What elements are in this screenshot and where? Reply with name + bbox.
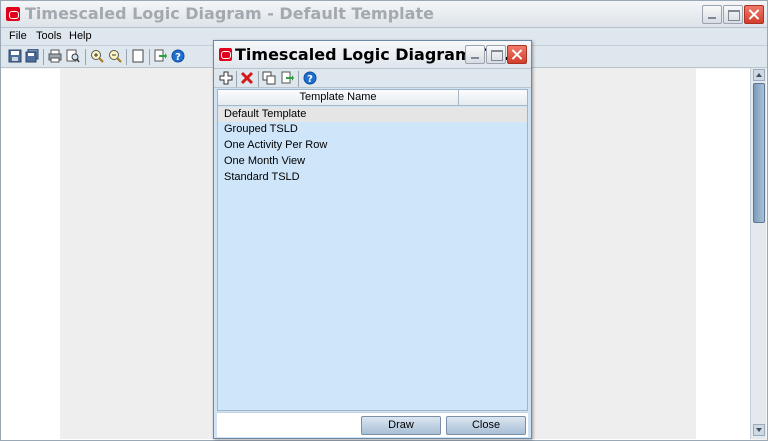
minimize-button[interactable]: [702, 5, 722, 24]
oracle-app-icon: [6, 7, 20, 21]
export-icon[interactable]: [153, 49, 167, 63]
draw-button[interactable]: Draw: [361, 416, 441, 435]
toolbar-separator: [298, 71, 299, 87]
zoom-out-icon[interactable]: [108, 49, 122, 63]
list-item[interactable]: One Activity Per Row: [218, 138, 527, 153]
list-item[interactable]: Grouped TSLD: [218, 122, 527, 137]
scroll-down-arrow-icon[interactable]: [753, 424, 765, 436]
template-list: Template Name Default Template Grouped T…: [217, 89, 528, 411]
scrollbar-thumb[interactable]: [753, 83, 765, 223]
toolbar-separator: [43, 49, 44, 65]
help-icon[interactable]: ?: [303, 71, 317, 85]
column-template-name[interactable]: Template Name: [218, 90, 459, 105]
list-item[interactable]: Standard TSLD: [218, 170, 527, 185]
toolbar-separator: [149, 49, 150, 65]
page-icon[interactable]: [131, 49, 145, 63]
toolbar-separator: [236, 71, 237, 87]
scroll-up-arrow-icon[interactable]: [753, 69, 765, 81]
toolbar-separator: [126, 49, 127, 65]
main-window-title: Timescaled Logic Diagram - Default Templ…: [25, 4, 434, 23]
toolbar-separator: [85, 49, 86, 65]
save-icon[interactable]: [8, 49, 22, 63]
add-icon[interactable]: [219, 71, 233, 85]
menu-file[interactable]: File: [9, 30, 27, 42]
toolbar-separator: [258, 71, 259, 87]
print-icon[interactable]: [48, 49, 62, 63]
column-extra[interactable]: [460, 90, 527, 105]
menu-tools[interactable]: Tools: [36, 30, 62, 42]
list-item[interactable]: Default Template: [218, 107, 527, 122]
list-item[interactable]: One Month View: [218, 154, 527, 169]
maximize-button[interactable]: [723, 5, 743, 24]
copy-icon[interactable]: [262, 71, 276, 85]
print-preview-icon[interactable]: [66, 49, 80, 63]
zoom-in-icon[interactable]: [90, 49, 104, 63]
template-dialog: Timescaled Logic Diagram Te... ? Templat…: [213, 40, 532, 439]
dialog-maximize-button[interactable]: [486, 45, 506, 64]
list-column-header: Template Name: [218, 90, 527, 106]
dialog-close-window-button[interactable]: [507, 45, 527, 64]
close-button[interactable]: Close: [446, 416, 526, 435]
dialog-minimize-button[interactable]: [465, 45, 485, 64]
close-window-button[interactable]: [744, 5, 764, 24]
vertical-scrollbar[interactable]: [750, 68, 766, 439]
save-all-icon[interactable]: [25, 49, 39, 63]
oracle-app-icon: [219, 48, 232, 61]
delete-icon[interactable]: [240, 71, 254, 85]
main-title-bar[interactable]: Timescaled Logic Diagram - Default Templ…: [1, 1, 767, 28]
menu-help[interactable]: Help: [69, 30, 92, 42]
svg-text:?: ?: [307, 74, 313, 85]
help-icon[interactable]: ?: [171, 49, 185, 63]
modify-icon[interactable]: [280, 71, 294, 85]
svg-text:?: ?: [175, 52, 181, 63]
dialog-toolbar: ?: [214, 69, 531, 88]
dialog-footer: Draw Close: [217, 412, 528, 437]
dialog-title-bar[interactable]: Timescaled Logic Diagram Te...: [214, 41, 531, 69]
